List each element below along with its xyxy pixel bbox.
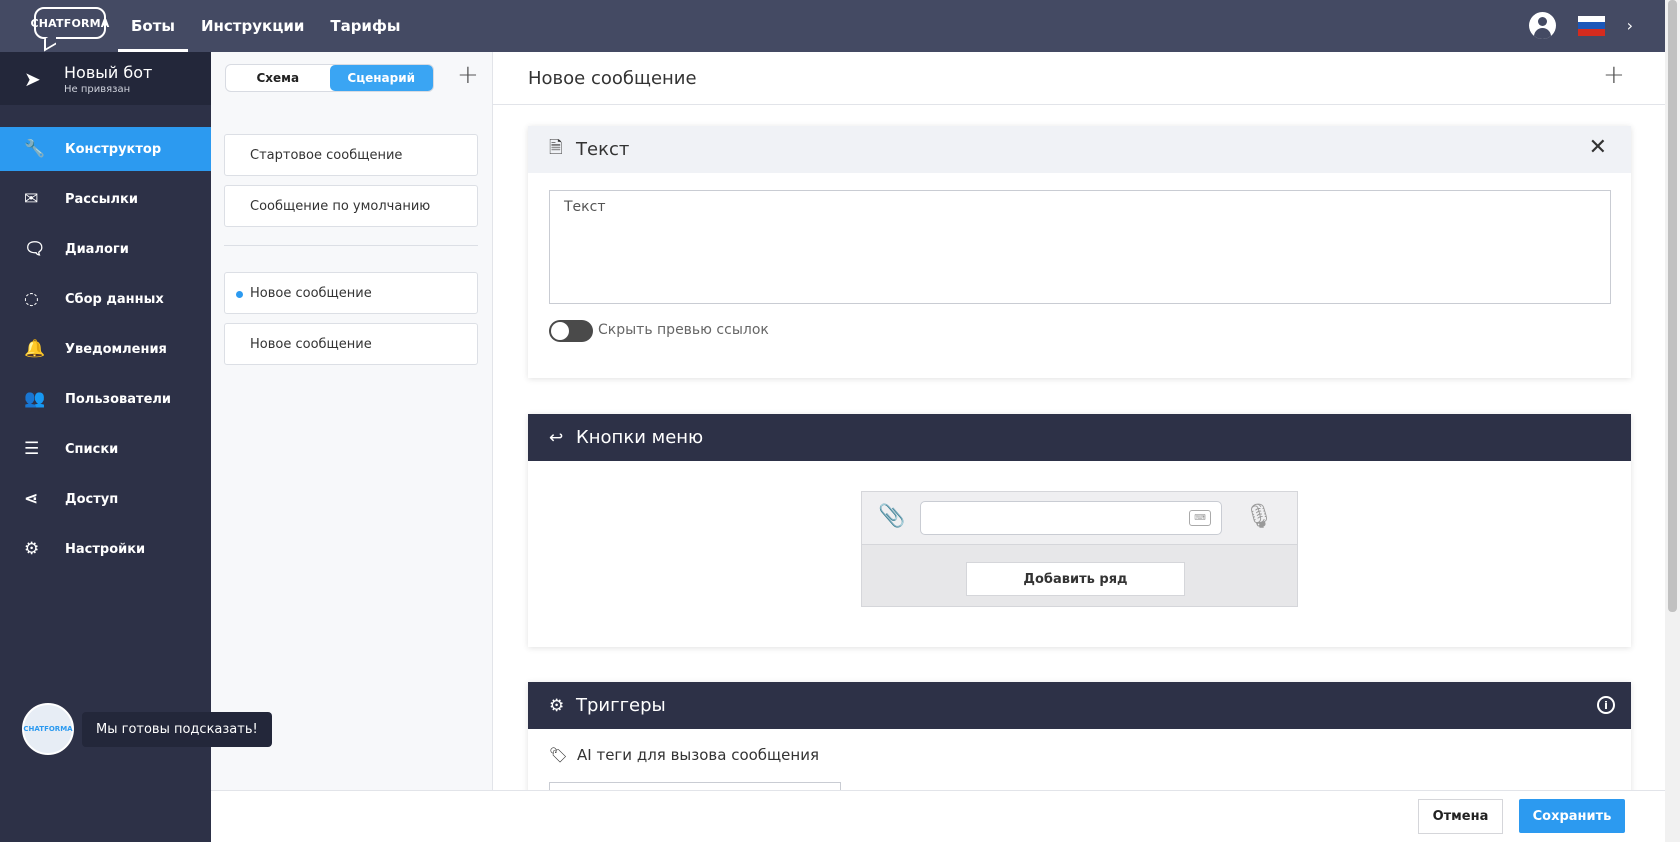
envelope-icon: ✉ (24, 189, 39, 209)
add-block-plus-icon[interactable]: + (1603, 60, 1625, 90)
nav-tariffs[interactable]: Тарифы (317, 0, 413, 52)
scenario-item[interactable]: Новое сообщение (224, 323, 478, 365)
help-avatar: CHATFORMA (22, 703, 74, 755)
triggers-panel-title: Триггеры (576, 695, 666, 716)
text-panel: 🗎 Текст ✕ Текст Скрыть превью ссылок (528, 126, 1631, 378)
close-icon[interactable]: ✕ (1589, 135, 1607, 160)
tab-scheme[interactable]: Схема (226, 65, 330, 91)
page-scrollbar[interactable] (1665, 0, 1680, 842)
keyboard-message-input: ⌨ (920, 501, 1222, 535)
user-account-icon[interactable] (1528, 12, 1556, 39)
sidebar-item-label: Настройки (65, 541, 146, 557)
sidebar-item-access[interactable]: ⋖ Доступ (0, 477, 211, 521)
users-icon: 👥 (24, 389, 46, 409)
sidebar-item-label: Уведомления (65, 341, 167, 357)
gear-icon: ⚙ (549, 695, 565, 716)
chat-icon: 🗨 (24, 239, 46, 259)
top-nav: Боты Инструкции Тарифы (118, 0, 413, 52)
bot-header[interactable]: ➤ Новый бот Не привязан (0, 52, 211, 105)
text-panel-title: Текст (576, 139, 630, 160)
action-footer: Отмена Сохранить (211, 790, 1665, 842)
scenario-item-label: Новое сообщение (250, 336, 372, 352)
wrench-icon: 🔧 (24, 139, 46, 159)
nav-instructions[interactable]: Инструкции (188, 0, 317, 52)
toggle-label: Скрыть превью ссылок (598, 322, 769, 338)
gear-icon: ⚙ (24, 539, 40, 559)
chart-ring-icon: ◌ (24, 289, 39, 309)
sidebar-item-mailings[interactable]: ✉ Рассылки (0, 177, 211, 221)
tab-scenario[interactable]: Сценарий (329, 65, 433, 91)
menu-buttons-panel: ↩ Кнопки меню 📎 ⌨ 🎙 Добавить ряд (528, 414, 1631, 647)
bell-icon: 🔔 (24, 339, 46, 359)
menu-panel-header: ↩ Кнопки меню (528, 414, 1631, 461)
ai-tags-label: AI теги для вызова сообщения (577, 746, 819, 764)
sidebar-item-users[interactable]: 👥 Пользователи (0, 377, 211, 421)
ai-tags-label-row: 🏷 AI теги для вызова сообщения (549, 746, 819, 764)
flag-stripe-red (1577, 28, 1605, 36)
sidebar-item-dialogs[interactable]: 🗨 Диалоги (0, 227, 211, 271)
chatforma-logo[interactable]: CHATFORMA (30, 7, 109, 39)
top-bar: CHATFORMA Боты Инструкции Тарифы › (0, 0, 1665, 52)
bot-info: Новый бот Не привязан (64, 63, 152, 95)
save-button[interactable]: Сохранить (1519, 799, 1625, 833)
sidebar-item-label: Сбор данных (65, 291, 164, 307)
active-dot-icon (236, 291, 243, 298)
telegram-plane-icon: ➤ (24, 66, 41, 91)
sidebar-item-lists[interactable]: ☰ Списки (0, 427, 211, 471)
info-icon[interactable]: i (1597, 696, 1615, 714)
help-widget[interactable]: CHATFORMA Мы готовы подсказать! (22, 703, 272, 755)
sidebar-item-label: Списки (65, 441, 119, 457)
scenario-start-message[interactable]: Стартовое сообщение (224, 134, 478, 176)
scenario-item-active[interactable]: Новое сообщение (224, 272, 478, 314)
nav-bots[interactable]: Боты (118, 0, 188, 52)
keyboard-input-bar: 📎 ⌨ 🎙 (862, 492, 1297, 545)
scenario-divider (224, 245, 478, 246)
sidebar-menu: 🔧 Конструктор ✉ Рассылки 🗨 Диалоги ◌ Сбор да… (0, 127, 211, 571)
view-switcher: Схема Сценарий (225, 64, 434, 92)
menu-panel-title: Кнопки меню (576, 427, 704, 448)
sidebar-item-data-collection[interactable]: ◌ Сбор данных (0, 277, 211, 321)
flag-stripe-blue (1577, 22, 1605, 29)
hide-link-preview-toggle[interactable] (549, 320, 593, 342)
triggers-panel-header: ⚙ Триггеры (528, 682, 1631, 729)
sidebar-item-notifications[interactable]: 🔔 Уведомления (0, 327, 211, 371)
list-icon: ☰ (24, 439, 40, 459)
add-row-button[interactable]: Добавить ряд (966, 562, 1185, 596)
reply-arrow-icon: ↩ (549, 427, 564, 448)
add-scenario-plus-icon[interactable]: + (457, 60, 479, 90)
keyboard-icon: ⌨ (1189, 510, 1211, 526)
message-text-input[interactable]: Текст (549, 190, 1611, 304)
microphone-icon: 🎙 (1244, 502, 1275, 530)
russian-flag-icon[interactable] (1577, 15, 1605, 36)
sidebar-item-label: Диалоги (65, 241, 129, 257)
sidebar-item-constructor[interactable]: 🔧 Конструктор (0, 127, 211, 171)
sidebar-item-settings[interactable]: ⚙ Настройки (0, 527, 211, 571)
bot-status: Не привязан (64, 83, 131, 95)
cancel-button[interactable]: Отмена (1418, 799, 1503, 834)
bot-name: Новый бот (64, 62, 153, 82)
top-right-controls: › (1528, 12, 1633, 39)
sidebar-item-label: Рассылки (65, 191, 138, 207)
text-panel-header: 🗎 Текст (528, 126, 1631, 173)
scrollbar-thumb[interactable] (1668, 0, 1677, 612)
sidebar-item-label: Доступ (65, 491, 119, 507)
scenario-default-message[interactable]: Сообщение по умолчанию (224, 185, 478, 227)
page-title: Новое сообщение (493, 52, 1665, 105)
message-editor: Новое сообщение + 🗎 Текст ✕ Текст Скрыть… (493, 52, 1665, 842)
paperclip-icon: 📎 (878, 504, 906, 529)
scenario-item-label: Новое сообщение (250, 285, 372, 301)
help-bubble: Мы готовы подсказать! (82, 711, 272, 747)
chevron-right-icon[interactable]: › (1627, 16, 1633, 35)
keyboard-preview: 📎 ⌨ 🎙 Добавить ряд (861, 491, 1298, 607)
document-icon: 🗎 (549, 138, 563, 158)
share-icon: ⋖ (24, 489, 39, 509)
sidebar-item-label: Пользователи (65, 391, 172, 407)
sidebar-item-label: Конструктор (65, 141, 162, 157)
flag-stripe-white (1577, 15, 1605, 23)
tag-icon: 🏷 (549, 746, 569, 764)
